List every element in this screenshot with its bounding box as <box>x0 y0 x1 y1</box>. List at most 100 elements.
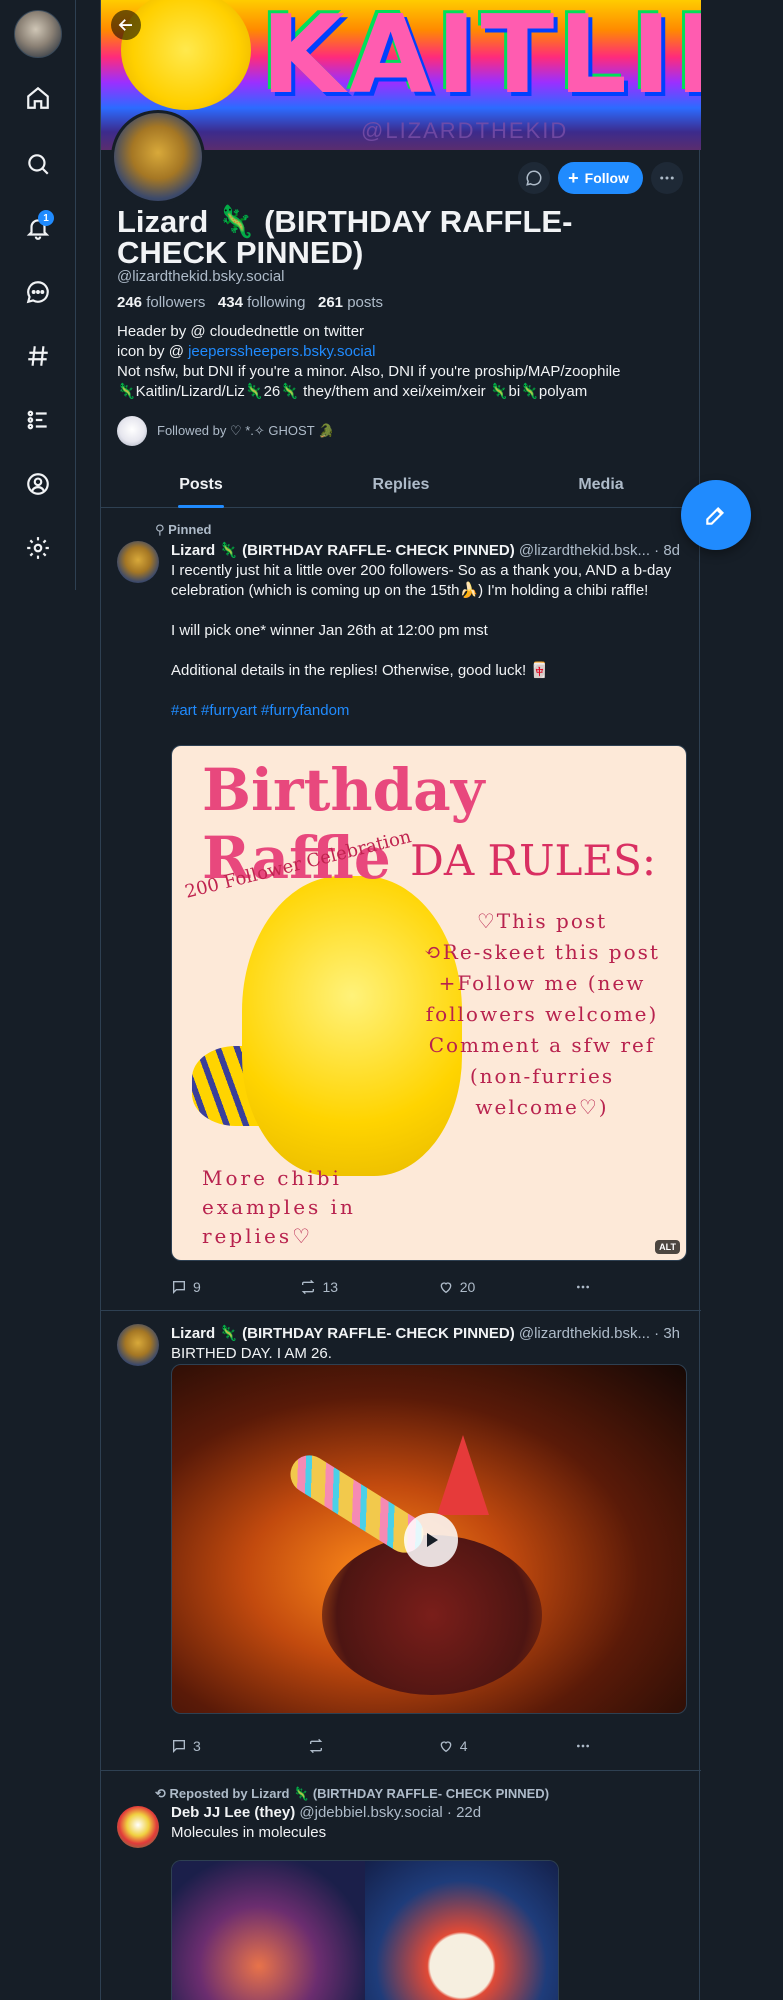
ellipsis-icon <box>577 1744 589 1748</box>
bio-line: Not nsfw, but DNI if you're a minor. Als… <box>117 363 621 380</box>
bio-line: Header by @ cloudednettle on twitter <box>117 323 365 340</box>
post-text: Molecules in molecules <box>171 1824 327 1841</box>
image-panel-planet <box>172 1861 365 2000</box>
bio-link[interactable]: jeeperssheepers.bsky.social <box>188 343 375 360</box>
following-stat[interactable]: 434 following <box>218 294 306 311</box>
follow-button[interactable]: + Follow <box>558 162 643 194</box>
left-nav: 1 <box>0 0 76 590</box>
back-button[interactable] <box>111 10 141 40</box>
notifications-bell-icon[interactable]: 1 <box>22 210 54 244</box>
reply-button[interactable]: 9 <box>171 1279 201 1295</box>
post-image-molecules[interactable] <box>171 1860 559 2000</box>
raffle-more-examples: More chibi examples in replies♡ <box>202 1166 356 1248</box>
repost-icon <box>309 1738 323 1754</box>
post-more-button[interactable] <box>575 1738 591 1754</box>
heart-icon <box>440 1282 452 1294</box>
author-handle[interactable]: @jdebbiel.bsky.social <box>299 1804 442 1821</box>
arrow-left-icon <box>118 19 132 31</box>
author-handle[interactable]: @lizardthekid.bsk... <box>519 1325 650 1342</box>
play-icon <box>427 1533 438 1547</box>
message-button[interactable] <box>518 162 551 194</box>
chat-icon[interactable] <box>22 276 54 308</box>
reply-button[interactable]: 3 <box>171 1738 201 1754</box>
post-actions: 3 4 <box>171 1738 591 1754</box>
followed-by[interactable]: Followed by ♡ *.✧ GHOST 🐊 <box>117 416 334 446</box>
author-avatar[interactable] <box>117 1324 159 1366</box>
post-image-raffle[interactable]: Birthday Raffle 200 Follower Celebration… <box>171 745 687 1261</box>
repost-icon <box>302 1279 315 1295</box>
bio-line: icon by @ jeeperssheepers.bsky.social <box>117 343 376 360</box>
author-handle[interactable]: @lizardthekid.bsk... <box>519 542 650 559</box>
post-more-button[interactable] <box>575 1279 591 1295</box>
profile-avatar[interactable] <box>111 110 205 204</box>
chat-bubble-icon <box>526 170 542 186</box>
post-hashtags[interactable]: #art #furryart #furryfandom <box>171 701 687 721</box>
author-name[interactable]: Lizard 🦎 (BIRTHDAY RAFFLE- CHECK PINNED) <box>171 1325 515 1342</box>
reposted-by-label[interactable]: ⟲ Reposted by Lizard 🦎 (BIRTHDAY RAFFLE-… <box>155 1786 549 1802</box>
post-pinned[interactable]: ⚲ Pinned Lizard 🦎 (BIRTHDAY RAFFLE- CHEC… <box>101 509 701 1311</box>
pin-icon: ⚲ <box>155 522 165 537</box>
search-icon[interactable] <box>22 148 54 180</box>
banner-subtext: @LIZARDTHEKID <box>361 118 569 143</box>
settings-gear-icon[interactable] <box>22 532 54 564</box>
repost-button[interactable] <box>308 1738 330 1754</box>
profile-tabs: Posts Replies Media <box>101 464 701 508</box>
reply-icon <box>173 1281 185 1294</box>
home-icon[interactable] <box>22 82 54 114</box>
follower-avatar <box>117 416 147 446</box>
post-birthday[interactable]: Lizard 🦎 (BIRTHDAY RAFFLE- CHECK PINNED)… <box>101 1312 701 1771</box>
tab-replies[interactable]: Replies <box>301 464 501 507</box>
author-name[interactable]: Lizard 🦎 (BIRTHDAY RAFFLE- CHECK PINNED) <box>171 542 515 559</box>
main-column: KAITLIN @LIZARDTHEKID + Follow Lizard 🦎 … <box>100 0 701 2000</box>
followed-by-text: Followed by ♡ *.✧ GHOST 🐊 <box>157 423 335 438</box>
lists-icon[interactable] <box>22 404 54 436</box>
reply-icon <box>173 1740 185 1753</box>
post-body: Deb JJ Lee (they) @jdebbiel.bsky.social … <box>171 1804 687 1843</box>
author-avatar[interactable] <box>117 1806 159 1848</box>
raffle-rules-heading: DA RULES: <box>410 836 656 885</box>
more-options-button[interactable] <box>651 162 683 194</box>
ellipsis-icon <box>576 1285 589 1289</box>
post-time[interactable]: · 8d <box>654 542 680 559</box>
pinned-label: ⚲ Pinned <box>155 522 212 537</box>
play-button[interactable] <box>404 1513 458 1567</box>
post-time[interactable]: · 3h <box>654 1325 680 1342</box>
ellipsis-icon <box>660 176 674 180</box>
post-meta: Lizard 🦎 (BIRTHDAY RAFFLE- CHECK PINNED)… <box>171 1324 687 1342</box>
compose-button[interactable] <box>681 480 751 550</box>
bio-line: 🦎Kaitlin/Lizard/Liz🦎26🦎 they/them and xe… <box>117 383 588 400</box>
posts-stat: 261 posts <box>318 294 384 311</box>
like-button[interactable]: 4 <box>438 1738 468 1754</box>
heart-icon <box>440 1741 452 1753</box>
raffle-rules-list: ♡This post ⟲Re-skeet this post +Follow m… <box>424 909 660 1119</box>
notifications-badge: 1 <box>38 210 54 226</box>
post-video[interactable] <box>171 1364 687 1714</box>
post-repost[interactable]: ⟲ Reposted by Lizard 🦎 (BIRTHDAY RAFFLE-… <box>101 1772 701 2000</box>
repost-button[interactable]: 13 <box>300 1279 338 1295</box>
tab-media[interactable]: Media <box>501 464 701 507</box>
like-button[interactable]: 20 <box>438 1279 475 1295</box>
post-actions: 9 13 20 <box>171 1279 591 1295</box>
follow-label: Follow <box>584 170 629 186</box>
author-name[interactable]: Deb JJ Lee (they) <box>171 1804 295 1821</box>
alt-badge[interactable]: ALT <box>655 1240 680 1254</box>
banner-text: KAITLIN <box>261 0 701 118</box>
profile-icon[interactable] <box>22 468 54 500</box>
author-avatar[interactable] <box>117 541 159 583</box>
post-text: BIRTHED DAY. I AM 26. <box>171 1345 332 1362</box>
banner-character <box>121 0 251 110</box>
compose-pencil-icon <box>706 506 725 525</box>
post-time[interactable]: · 22d <box>447 1804 481 1821</box>
post-text: I recently just hit a little over 200 fo… <box>171 561 687 721</box>
plus-icon: + <box>568 168 579 188</box>
feeds-hashtag-icon[interactable] <box>22 340 54 372</box>
post-meta: Deb JJ Lee (they) @jdebbiel.bsky.social … <box>171 1804 687 1821</box>
profile-bio: Header by @ cloudednettle on twitter ico… <box>117 322 687 402</box>
profile-stats: 246 followers 434 following 261 posts <box>117 294 383 311</box>
profile-actions: + Follow <box>518 162 683 194</box>
profile-handle: @lizardthekid.bsky.social <box>117 268 285 285</box>
followers-stat[interactable]: 246 followers <box>117 294 205 311</box>
current-user-avatar[interactable] <box>14 10 62 58</box>
tab-posts[interactable]: Posts <box>101 464 301 507</box>
profile-display-name: Lizard 🦎 (BIRTHDAY RAFFLE- CHECK PINNED) <box>117 204 573 270</box>
